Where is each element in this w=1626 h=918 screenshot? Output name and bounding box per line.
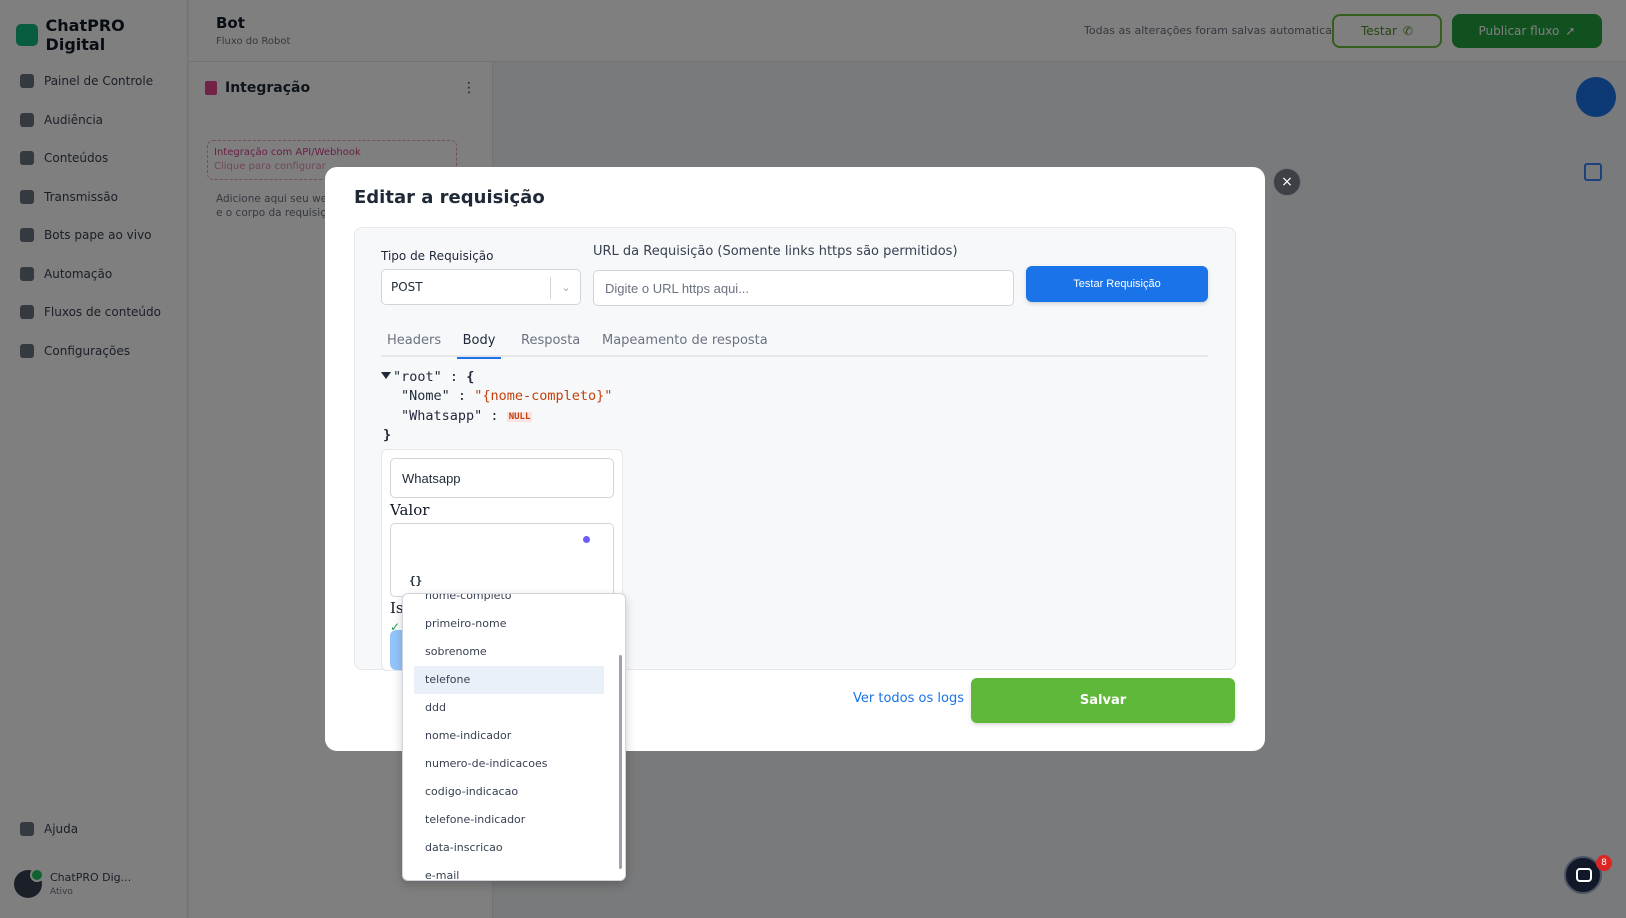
request-tabs: Headers Body Resposta Mapeamento de resp… [381,333,1208,359]
save-button[interactable]: Salvar [971,678,1235,723]
key-name-input[interactable] [390,458,614,498]
variable-braces-icon[interactable]: {} [409,574,422,587]
request-type-select[interactable]: POST ⌄ [381,269,581,305]
list-item[interactable]: codigo-indicacao [414,778,604,806]
json-row-nome[interactable]: "Nome" : "{nome-completo}" [401,387,612,405]
select-separator [550,277,551,299]
dropdown-scrollbar[interactable] [619,655,622,869]
tab-headers[interactable]: Headers [387,333,441,357]
variable-indicator-icon [583,536,590,543]
json-close-line: } [383,426,391,444]
list-item[interactable]: primeiro-nome [414,610,604,638]
modal-title: Editar a requisição [354,187,545,208]
view-logs-link[interactable]: Ver todos os logs [853,691,964,706]
json-open-brace: { [466,369,475,385]
json-null-value[interactable]: NULL [506,412,533,422]
list-item[interactable]: data-inscricao [414,834,604,862]
json-row-whatsapp[interactable]: "Whatsapp" : NULL [401,407,533,425]
tab-resposta[interactable]: Resposta [521,333,580,357]
url-input[interactable] [593,270,1014,306]
value-label: Valor [390,501,430,519]
variable-dropdown: nome-completo primeiro-nome sobrenome te… [402,593,626,881]
chat-icon [1576,868,1592,882]
request-type-value: POST [391,280,423,294]
json-root-key: "root" [393,369,442,385]
test-request-button[interactable]: Testar Requisição [1026,266,1208,302]
list-item[interactable]: nome-indicador [414,722,604,750]
tab-mapeamento[interactable]: Mapeamento de resposta [602,333,768,357]
json-key[interactable]: "Whatsapp" [401,408,482,424]
chat-badge: 8 [1596,855,1612,871]
list-item[interactable]: ddd [414,694,604,722]
close-icon[interactable]: × [1273,168,1301,196]
url-label: URL da Requisição (Somente links https s… [593,244,958,259]
variable-list: nome-completo primeiro-nome sobrenome te… [414,594,604,880]
json-close-brace: } [383,427,392,443]
json-root-line[interactable]: "root" : { [381,368,474,386]
value-input[interactable]: {} [390,523,614,597]
list-item-highlighted[interactable]: telefone [414,666,604,694]
list-item[interactable]: telefone-indicador [414,806,604,834]
request-type-label: Tipo de Requisição [381,249,494,263]
list-item[interactable]: e-mail [414,862,604,880]
list-item[interactable]: numero-de-indicacoes [414,750,604,778]
json-key[interactable]: "Nome" [401,388,450,404]
tab-body[interactable]: Body [457,333,501,359]
json-value[interactable]: "{nome-completo}" [474,388,612,404]
collapse-arrow-icon[interactable] [381,372,391,379]
list-item[interactable]: sobrenome [414,638,604,666]
list-item[interactable]: nome-completo [414,594,604,610]
chevron-down-icon[interactable]: ⌄ [557,278,575,296]
